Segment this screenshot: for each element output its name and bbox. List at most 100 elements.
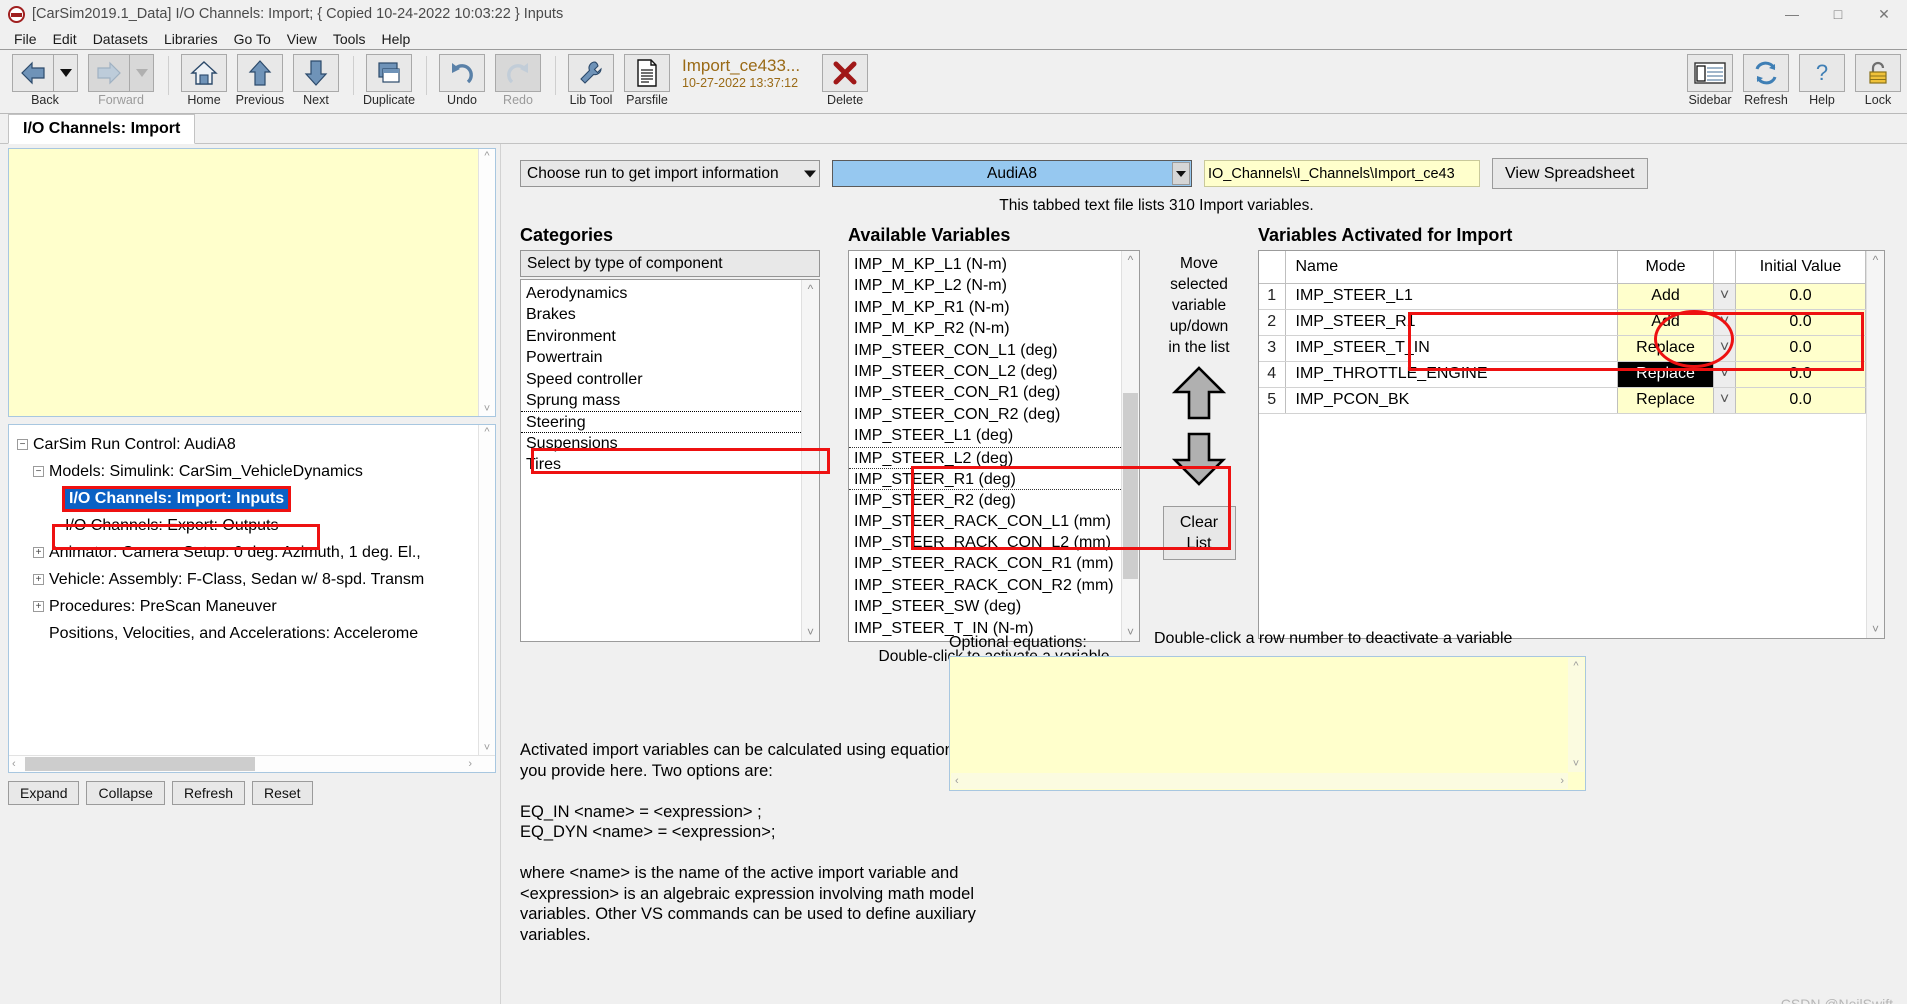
table-row[interactable]: 4 IMP_THROTTLE_ENGINE Replace ˅ 0.0 xyxy=(1259,361,1866,388)
variable-name-cell[interactable]: IMP_STEER_L1 xyxy=(1285,283,1618,310)
clear-list-button[interactable]: Clear List xyxy=(1162,506,1236,560)
table-row[interactable]: 5 IMP_PCON_BK Replace ˅ 0.0 xyxy=(1259,387,1866,414)
available-variable-item[interactable]: IMP_STEER_CON_R2 (deg) xyxy=(849,404,1139,425)
available-scroll-up-icon[interactable]: ^ xyxy=(1128,253,1134,267)
move-down-button[interactable] xyxy=(1140,430,1258,492)
tree-hscroll-thumb[interactable] xyxy=(25,757,255,771)
dataset-chevron-down-icon[interactable] xyxy=(1172,162,1190,185)
toolbar-lock-button[interactable]: Lock xyxy=(1851,54,1905,107)
mode-cell[interactable]: Add xyxy=(1617,283,1714,310)
equations-horizontal-scrollbar[interactable]: ‹ › xyxy=(951,773,1568,789)
category-item[interactable]: Steering xyxy=(521,411,819,433)
tree-item[interactable]: + Vehicle: Assembly: F-Class, Sedan w/ 8-… xyxy=(17,566,495,593)
available-scrollbar[interactable]: ^ ˅ xyxy=(1121,251,1139,641)
mode-cell[interactable]: Add xyxy=(1617,309,1714,336)
initial-value-cell[interactable]: 0.0 xyxy=(1735,309,1866,336)
row-number[interactable]: 1 xyxy=(1259,283,1286,310)
category-item[interactable]: Environment xyxy=(521,326,819,347)
equations-vertical-scrollbar[interactable]: ^ ˅ xyxy=(1568,658,1584,772)
mode-cell[interactable]: Replace xyxy=(1617,387,1714,414)
tree-item[interactable]: Positions, Velocities, and Accelerations… xyxy=(17,620,495,647)
table-row[interactable]: 2 IMP_STEER_R1 Add ˅ 0.0 xyxy=(1259,309,1866,336)
row-number[interactable]: 2 xyxy=(1259,309,1286,336)
row-number[interactable]: 4 xyxy=(1259,361,1286,388)
mode-cell[interactable]: Replace xyxy=(1617,335,1714,362)
mode-chevron-down-icon[interactable]: ˅ xyxy=(1713,361,1736,388)
categories-scroll-up-icon[interactable]: ^ xyxy=(808,282,814,296)
tree-expand-icon[interactable]: + xyxy=(33,547,44,558)
collapse-button[interactable]: Collapse xyxy=(86,781,165,805)
available-variable-item[interactable]: IMP_STEER_RACK_CON_L1 (mm) xyxy=(849,511,1139,532)
run-selector-dropdown[interactable]: Choose run to get import information xyxy=(520,160,820,187)
tree-scroll-left-icon[interactable]: ‹ xyxy=(9,758,19,770)
toolbar-back-button[interactable]: Back xyxy=(8,54,82,107)
row-number[interactable]: 5 xyxy=(1259,387,1286,414)
tree-scroll-up-icon[interactable]: ^ xyxy=(484,425,489,439)
toolbar-next-button[interactable]: Next xyxy=(289,54,343,107)
available-variable-item[interactable]: IMP_STEER_CON_L1 (deg) xyxy=(849,340,1139,361)
equations-scroll-left-icon[interactable]: ‹ xyxy=(955,775,959,787)
toolbar-delete-button[interactable]: Delete xyxy=(818,54,872,107)
categories-scroll-down-icon[interactable]: ˅ xyxy=(807,625,814,639)
mode-chevron-down-icon[interactable]: ˅ xyxy=(1713,335,1736,362)
tree-scroll-right-icon[interactable]: › xyxy=(465,758,475,770)
menu-item-view[interactable]: View xyxy=(279,30,325,48)
tree-item[interactable]: I/O Channels: Import: Inputs xyxy=(17,485,495,512)
equations-scroll-right-icon[interactable]: › xyxy=(1560,775,1564,787)
menu-item-datasets[interactable]: Datasets xyxy=(85,30,156,48)
table-row[interactable]: 1 IMP_STEER_L1 Add ˅ 0.0 xyxy=(1259,283,1866,310)
scroll-up-icon[interactable]: ^ xyxy=(484,149,489,163)
toolbar-home-button[interactable]: Home xyxy=(177,54,231,107)
toolbar-undo-button[interactable]: Undo xyxy=(435,54,489,107)
close-button[interactable]: ✕ xyxy=(1861,0,1907,28)
category-item[interactable]: Suspensions xyxy=(521,433,819,454)
activated-scrollbar[interactable]: ^ ˅ xyxy=(1866,251,1884,638)
tree-collapse-icon[interactable]: − xyxy=(17,439,28,450)
tree-item[interactable]: + Animator: Camera Setup: 0 deg. Azimuth,… xyxy=(17,539,495,566)
available-variable-item[interactable]: IMP_STEER_R1 (deg) xyxy=(849,467,1139,489)
available-variable-item[interactable]: IMP_M_KP_L2 (N-m) xyxy=(849,275,1139,296)
notes-vertical-scrollbar[interactable]: ^ ˅ xyxy=(478,149,495,416)
available-variable-item[interactable]: IMP_STEER_CON_L2 (deg) xyxy=(849,361,1139,382)
tree-scroll-down-icon[interactable]: ˅ xyxy=(484,741,490,755)
mode-chevron-down-icon[interactable]: ˅ xyxy=(1713,387,1736,414)
mode-cell[interactable]: Replace xyxy=(1617,361,1714,388)
category-item[interactable]: Sprung mass xyxy=(521,390,819,411)
tab-io-channels-import[interactable]: I/O Channels: Import xyxy=(8,114,196,144)
menu-item-tools[interactable]: Tools xyxy=(325,30,374,48)
tree-item[interactable]: − Models: Simulink: CarSim_VehicleDynamic… xyxy=(17,458,495,485)
categories-scrollbar[interactable]: ^ ˅ xyxy=(801,280,819,641)
expand-button[interactable]: Expand xyxy=(8,781,80,805)
tree-item[interactable]: + Procedures: PreScan Maneuver xyxy=(17,593,495,620)
available-variable-item[interactable]: IMP_STEER_CON_R1 (deg) xyxy=(849,382,1139,403)
menu-item-file[interactable]: File xyxy=(6,30,45,48)
tree-collapse-icon[interactable]: − xyxy=(33,466,44,477)
menu-item-edit[interactable]: Edit xyxy=(45,30,85,48)
activated-scroll-down-icon[interactable]: ˅ xyxy=(1872,622,1879,636)
activated-scroll-up-icon[interactable]: ^ xyxy=(1873,253,1879,267)
move-up-button[interactable] xyxy=(1140,364,1258,426)
tree-item[interactable]: I/O Channels: Export: Outputs xyxy=(17,512,495,539)
initial-value-cell[interactable]: 0.0 xyxy=(1735,335,1866,362)
category-item[interactable]: Speed controller xyxy=(521,369,819,390)
notes-panel[interactable]: ^ ˅ xyxy=(8,148,496,417)
toolbar-forward-button[interactable]: Forward xyxy=(84,54,158,107)
initial-value-cell[interactable]: 0.0 xyxy=(1735,361,1866,388)
available-variable-item[interactable]: IMP_STEER_SW (deg) xyxy=(849,596,1139,617)
toolbar-redo-button[interactable]: Redo xyxy=(491,54,545,107)
equations-scroll-down-icon[interactable]: ˅ xyxy=(1573,758,1579,770)
back-dropdown-button[interactable] xyxy=(54,54,78,92)
scroll-down-icon[interactable]: ˅ xyxy=(484,402,490,416)
maximize-button[interactable]: □ xyxy=(1815,0,1861,28)
category-item[interactable]: Powertrain xyxy=(521,347,819,368)
available-variable-item[interactable]: IMP_M_KP_R1 (N-m) xyxy=(849,297,1139,318)
available-scroll-down-icon[interactable]: ˅ xyxy=(1127,625,1134,639)
equations-scroll-up-icon[interactable]: ^ xyxy=(1573,660,1578,672)
refresh-tree-button[interactable]: Refresh xyxy=(171,781,245,805)
toolbar-duplicate-button[interactable]: Duplicate xyxy=(362,54,416,107)
minimize-button[interactable]: — xyxy=(1769,0,1815,28)
toolbar-previous-button[interactable]: Previous xyxy=(233,54,287,107)
tree-expand-icon[interactable]: + xyxy=(33,601,44,612)
variable-name-cell[interactable]: IMP_STEER_T_IN xyxy=(1285,335,1618,362)
table-row[interactable]: 3 IMP_STEER_T_IN Replace ˅ 0.0 xyxy=(1259,335,1866,362)
